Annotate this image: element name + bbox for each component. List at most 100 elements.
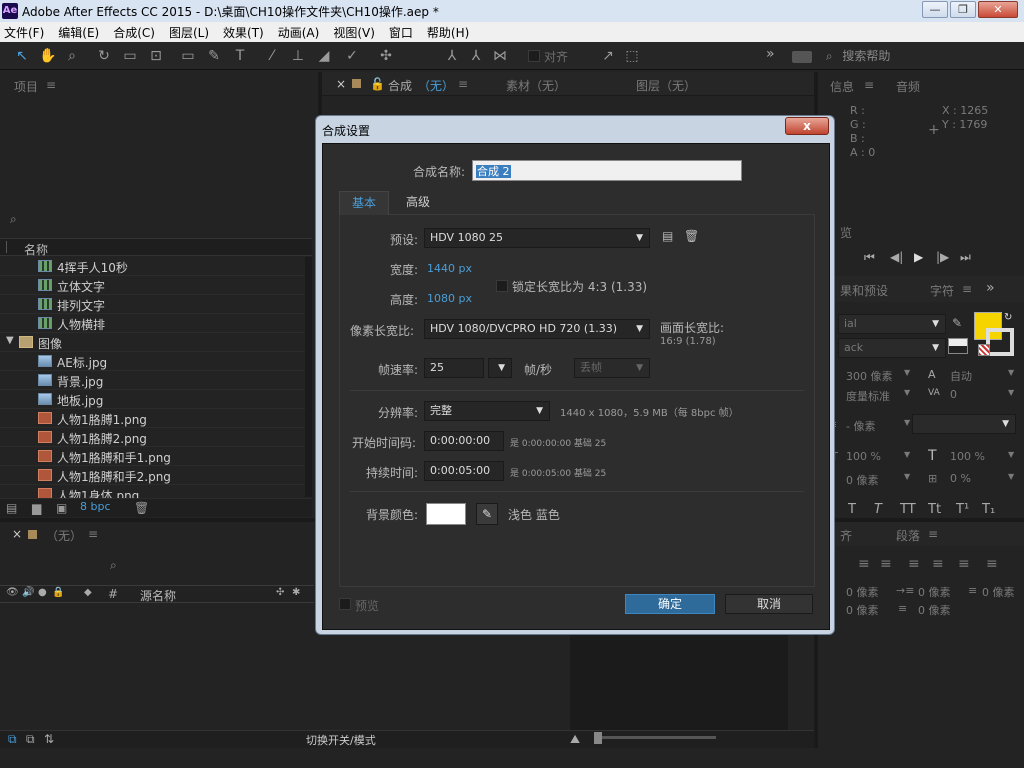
chevron-down-icon[interactable]: ▼ [904, 368, 910, 377]
panel-menu-icon[interactable]: ≡ [46, 78, 56, 92]
project-item-comp[interactable]: 排列文字 [0, 295, 312, 314]
chevron-down-icon[interactable]: ▼ [904, 418, 910, 427]
first-frame-icon[interactable]: ⏮ [864, 250, 875, 265]
menu-edit[interactable]: 编辑(E) [58, 24, 99, 41]
label-tag-icon[interactable]: ◆ [84, 587, 92, 598]
space-before-value[interactable]: 0 像素 [846, 602, 879, 618]
delete-preset-icon[interactable]: 🗑 [684, 229, 699, 243]
baseline-shift-value[interactable]: 0 像素 [846, 472, 879, 488]
axis-view-icon[interactable]: ⋈ [490, 46, 510, 66]
pan-behind-tool-icon[interactable]: ⊡ [146, 46, 166, 66]
close-tab-icon[interactable]: × [12, 527, 22, 541]
project-item-png[interactable]: 人物1胳膊2.png [0, 428, 312, 447]
tab-footage[interactable]: 素材（无） [506, 77, 566, 94]
black-white-swatch[interactable] [948, 338, 968, 354]
next-frame-icon[interactable]: |▶ [936, 250, 949, 264]
vertical-scale-value[interactable]: 100 % [846, 450, 881, 463]
more-panels-icon[interactable]: » [986, 280, 995, 296]
font-family-dropdown[interactable]: ial ▼ [838, 314, 946, 334]
zoom-out-icon[interactable]: ⛰ [570, 732, 580, 747]
start-timecode-field[interactable]: 0:00:00:00 [424, 431, 504, 451]
menu-effect[interactable]: 效果(T) [223, 24, 264, 41]
indent-first-value[interactable]: 0 像素 [918, 584, 951, 600]
faux-italic-button[interactable]: T [874, 502, 882, 517]
ok-button[interactable]: 确定 [625, 594, 715, 614]
project-tab[interactable]: 项目 [14, 78, 38, 95]
last-frame-icon[interactable]: ⏭ [960, 250, 971, 265]
zoom-slider[interactable] [596, 736, 716, 739]
pixel-aspect-dropdown[interactable]: HDV 1080/DVCPRO HD 720 (1.33) ▼ [424, 319, 650, 339]
tsume-value[interactable]: 0 % [950, 472, 971, 485]
label-column-icon[interactable] [6, 241, 16, 253]
restore-button[interactable]: ❐ [950, 1, 976, 18]
shy-icon[interactable]: ✣ [276, 587, 284, 598]
tab-advanced[interactable]: 高级 [393, 191, 443, 215]
lock-aspect-checkbox[interactable] [496, 280, 508, 292]
zoom-tool-icon[interactable]: ⌕ [62, 46, 82, 66]
rectangle-tool-icon[interactable]: ▭ [178, 46, 198, 66]
project-item-comp[interactable]: 4挥手人10秒 [0, 257, 312, 276]
minimize-button[interactable]: — [922, 1, 948, 18]
menu-file[interactable]: 文件(F) [4, 24, 44, 41]
project-item-image[interactable]: AE标.jpg [0, 352, 312, 371]
horizontal-scale-value[interactable]: 100 % [950, 450, 985, 463]
project-item-png[interactable]: 人物1胳膊和手1.png [0, 447, 312, 466]
camera-tool-icon[interactable]: ▭ [120, 46, 140, 66]
all-caps-button[interactable]: TT [900, 502, 916, 517]
pen-tool-icon[interactable]: ✎ [204, 46, 224, 66]
swap-colors-icon[interactable]: ↻ [1004, 312, 1012, 323]
text-tool-icon[interactable]: T [230, 46, 250, 66]
indent-right-value[interactable]: 0 像素 [982, 584, 1015, 600]
project-scrollbar[interactable] [305, 257, 312, 497]
selection-tool-icon[interactable]: ↖ [12, 46, 32, 66]
justify-all-icon[interactable]: ≡ [986, 556, 998, 572]
height-value[interactable]: 1080 px [427, 292, 472, 305]
menu-layer[interactable]: 图层(L) [169, 24, 209, 41]
menu-window[interactable]: 窗口 [389, 24, 413, 41]
toggle-switches-modes-button[interactable]: 切换开关/模式 [306, 732, 376, 748]
brush-tool-icon[interactable]: ⁄ [262, 46, 282, 66]
stroke-color-swatch[interactable] [986, 328, 1014, 356]
expand-triangle-icon[interactable]: ▼ [6, 335, 14, 346]
frame-rate-dropdown[interactable]: ▼ [488, 358, 512, 378]
new-comp-icon[interactable]: ▣ [56, 501, 67, 515]
panel-menu-icon[interactable]: ≡ [88, 527, 98, 541]
no-color-swatch[interactable] [978, 344, 990, 356]
tab-paragraph[interactable]: 段落 [896, 527, 920, 544]
chevron-down-icon[interactable]: ▼ [904, 450, 910, 459]
hand-tool-icon[interactable]: ✋ [38, 46, 58, 66]
source-name-header[interactable]: 源名称 [140, 587, 176, 604]
lock-icon[interactable]: 🔓 [370, 77, 385, 91]
stroke-style-dropdown[interactable]: ▼ [912, 414, 1016, 434]
tab-character[interactable]: 字符 [930, 282, 954, 299]
tab-basic[interactable]: 基本 [339, 191, 389, 215]
tab-layer[interactable]: 图层（无） [636, 77, 696, 94]
project-item-png[interactable]: 人物1胳膊和手2.png [0, 466, 312, 485]
prev-frame-icon[interactable]: ◀| [890, 250, 903, 264]
panel-menu-icon[interactable]: ≡ [864, 78, 874, 92]
align-left-icon[interactable]: ≡ [858, 556, 870, 572]
tab-info[interactable]: 信息 [830, 78, 854, 95]
roto-brush-tool-icon[interactable]: ✓ [342, 46, 362, 66]
dialog-close-button[interactable]: x [785, 117, 829, 135]
preset-dropdown[interactable]: HDV 1080 25 ▼ [424, 228, 650, 248]
eyedropper-icon[interactable]: ✎ [476, 503, 498, 525]
project-item-png[interactable]: 人物1身体.png [0, 485, 312, 499]
panel-menu-icon[interactable]: ≡ [962, 282, 972, 296]
axis-local-icon[interactable]: ⅄ [442, 46, 462, 66]
project-item-image[interactable]: 地板.jpg [0, 390, 312, 409]
audio-icon[interactable]: 🔊 [22, 587, 34, 598]
snap-option-icon[interactable]: ↗ [598, 46, 618, 66]
width-value[interactable]: 1440 px [427, 262, 472, 275]
axis-world-icon[interactable]: ⅄ [466, 46, 486, 66]
rotate-tool-icon[interactable]: ↻ [94, 46, 114, 66]
faux-bold-button[interactable]: T [848, 502, 856, 517]
project-item-png[interactable]: 人物1胳膊1.png [0, 409, 312, 428]
cancel-button[interactable]: 取消 [725, 594, 813, 614]
tab-preview[interactable]: 览 [840, 224, 852, 241]
snap-grid-icon[interactable]: ⬚ [622, 46, 642, 66]
tab-audio[interactable]: 音频 [896, 78, 920, 95]
stroke-width-value[interactable]: - 像素 [846, 418, 875, 434]
new-folder-icon[interactable]: ▆ [32, 501, 41, 515]
chevron-down-icon[interactable]: ▼ [904, 472, 910, 481]
